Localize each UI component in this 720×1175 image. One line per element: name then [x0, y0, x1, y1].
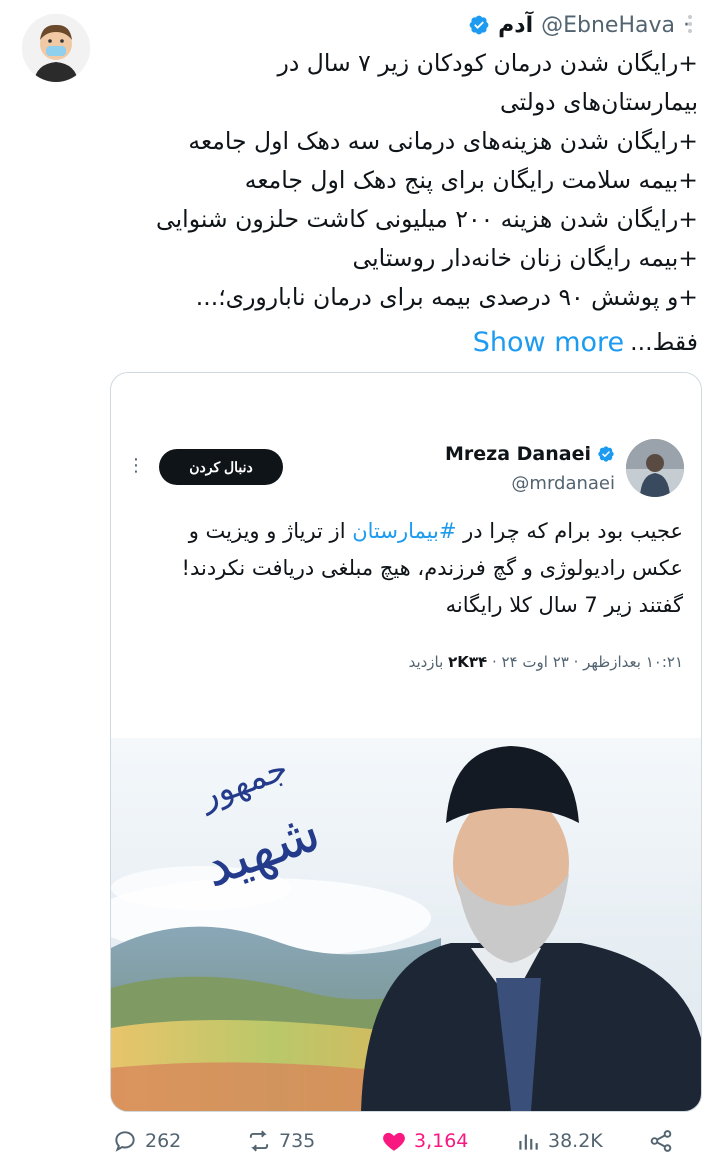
quoted-name-row: Mreza Danaei — [445, 443, 615, 465]
author-handle[interactable]: @EbneHava — [541, 13, 675, 38]
quoted-line: گفتند زیر 7 سال کلا رایگانه — [445, 593, 683, 617]
follow-button[interactable]: دنبال کردن — [159, 449, 283, 485]
tweet-last-line: فقط... — [630, 328, 698, 356]
author-name[interactable]: آدم — [498, 13, 533, 38]
quoted-text: از تریاژ و ویزیت و — [188, 519, 353, 543]
verified-badge-icon — [598, 446, 614, 462]
reply-icon — [115, 1131, 135, 1152]
views-action[interactable]: 38.2K — [515, 1128, 603, 1154]
quoted-author-avatar[interactable] — [626, 439, 684, 497]
like-action[interactable]: 3,164 — [381, 1128, 468, 1154]
tweet-line: +بیمه رایگان زنان خانه‌دار روستایی — [352, 244, 698, 272]
quoted-tweet-meta: ۱۰:۲۱ بعدازظهر · ۲۳ اوت ۲۴ · ۲K۳۴ بازدید — [409, 653, 683, 671]
tweet-line: +رایگان شدن هزینه ۲۰۰ میلیونی کاشت حلزون… — [156, 205, 698, 233]
views-chart-icon — [519, 1134, 538, 1150]
tweet-line: +رایگان شدن درمان کودکان زیر ۷ سال در — [277, 49, 698, 77]
reply-count: 262 — [145, 1130, 182, 1152]
share-icon — [650, 1130, 672, 1152]
quoted-timestamp[interactable]: ۱۰:۲۱ بعدازظهر · ۲۳ اوت ۲۴ · — [487, 653, 683, 671]
show-more-link[interactable]: Show more — [473, 327, 624, 358]
more-options-icon[interactable] — [678, 12, 702, 36]
tweet-line: +و پوشش ۹۰ درصدی بیمه برای درمان نابارور… — [195, 283, 698, 311]
reply-action[interactable]: 262 — [112, 1128, 181, 1154]
share-action[interactable] — [648, 1128, 674, 1154]
show-more-row: Show more فقط... — [473, 322, 698, 362]
hashtag-link[interactable]: #بیمارستان — [352, 519, 456, 543]
tweet-line: بیمارستان‌های دولتی — [500, 88, 698, 116]
repost-count: 735 — [279, 1130, 316, 1152]
tweet-body: +رایگان شدن درمان کودکان زیر ۷ سال در بی… — [48, 44, 698, 317]
views-count: 38.2K — [548, 1130, 603, 1152]
repost-icon — [249, 1130, 269, 1152]
quoted-more-icon[interactable]: ⋮ — [127, 455, 147, 479]
quoted-views-count: ۲K۳۴ — [448, 653, 488, 671]
repost-action[interactable]: 735 — [246, 1128, 315, 1154]
banner-image[interactable]: شهید جمهور — [111, 738, 701, 1111]
heart-icon — [383, 1132, 405, 1151]
quoted-author-handle[interactable]: @mrdanaei — [511, 473, 615, 494]
quoted-line: عجیب بود برام که چرا در #بیمارستان از تر… — [128, 513, 683, 550]
quoted-tweet-body: عجیب بود برام که چرا در #بیمارستان از تر… — [128, 513, 683, 624]
tweet-actions: 262 735 3,164 38.2K — [0, 1118, 720, 1170]
quoted-text: عجیب بود برام که چرا در — [456, 519, 683, 543]
tweet-line: +بیمه سلامت رایگان برای پنج دهک اول جامع… — [244, 166, 698, 194]
tweet-line: +رایگان شدن هزینه‌های درمانی سه دهک اول … — [188, 127, 698, 155]
verified-badge-icon — [469, 15, 489, 35]
quoted-author-name[interactable]: Mreza Danaei — [445, 443, 591, 465]
tweet-header: آدم @EbneHava · — [468, 10, 690, 40]
quoted-views-label: بازدید — [408, 653, 449, 671]
like-count: 3,164 — [414, 1130, 469, 1152]
quoted-line: عکس رادیولوژی و گچ فرزندم، هیچ مبلغی دری… — [181, 556, 683, 580]
quoted-avatar-image — [626, 439, 684, 497]
quoted-tweet-card[interactable]: Mreza Danaei @mrdanaei دنبال کردن ⋮ عجیب… — [110, 372, 702, 1112]
